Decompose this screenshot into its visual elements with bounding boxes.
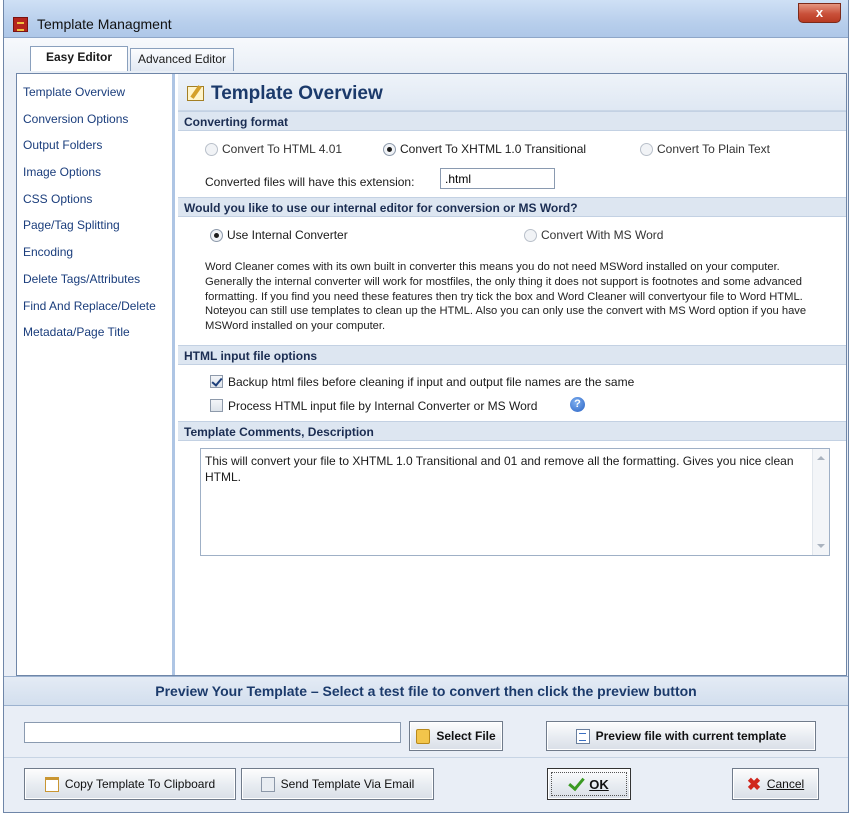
clipboard-icon <box>44 776 59 792</box>
radio-xhtml-transitional-label: Convert To XHTML 1.0 Transitional <box>400 142 587 156</box>
editor-panel: Template Overview Conversion Options Out… <box>16 73 847 676</box>
extension-label: Converted files will have this extension… <box>205 175 415 189</box>
process-checkbox-label[interactable]: Process HTML input file by Internal Conv… <box>228 399 537 413</box>
section-html-input: HTML input file options <box>178 344 846 365</box>
close-button[interactable]: x <box>798 3 841 23</box>
format-radio-group: Convert To HTML 4.01 Convert To XHTML 1.… <box>178 131 846 165</box>
tab-advanced-editor[interactable]: Advanced Editor <box>130 48 235 71</box>
preview-banner: Preview Your Template – Select a test fi… <box>4 676 848 706</box>
email-icon <box>260 776 275 792</box>
window-title: Template Managment <box>37 16 172 32</box>
radio-plain-text[interactable]: Convert To Plain Text <box>640 142 770 156</box>
converter-radio-group: Use Internal Converter Convert With MS W… <box>178 217 846 248</box>
content-pane: Template Overview Converting format Conv… <box>178 74 846 675</box>
radio-ms-word-dot[interactable] <box>524 228 537 242</box>
content-header: Template Overview <box>178 74 846 111</box>
question-icon[interactable]: ? <box>570 396 585 412</box>
sidebar-item-page-tag-splitting[interactable]: Page/Tag Splitting <box>17 207 172 234</box>
radio-xhtml-transitional[interactable]: Convert To XHTML 1.0 Transitional <box>383 142 586 156</box>
radio-xhtml-transitional-dot[interactable] <box>383 142 396 156</box>
sidebar-item-conversion-options[interactable]: Conversion Options <box>17 101 172 128</box>
tab-easy-editor[interactable]: Easy Editor <box>30 46 128 71</box>
app-icon <box>13 17 28 32</box>
checkmark-icon <box>569 777 583 792</box>
sidebar-item-css-options[interactable]: CSS Options <box>17 181 172 208</box>
send-template-email-button[interactable]: Send Template Via Email <box>241 768 434 800</box>
section-converting-format: Converting format <box>178 111 846 131</box>
preview-file-label: Preview file with current template <box>595 729 787 743</box>
sidebar-item-output-folders[interactable]: Output Folders <box>17 127 172 154</box>
extension-input[interactable] <box>440 168 555 189</box>
copy-template-button[interactable]: Copy Template To Clipboard <box>24 768 236 800</box>
scroll-down-arrow-icon[interactable] <box>817 543 825 548</box>
process-checkbox[interactable] <box>210 398 223 412</box>
backup-option-row: Backup html files before cleaning if inp… <box>178 371 846 395</box>
page-title: Template Overview <box>211 83 383 104</box>
sidebar: Template Overview Conversion Options Out… <box>17 74 175 675</box>
radio-html-401-label: Convert To HTML 4.01 <box>222 142 343 156</box>
section-editor-choice: Would you like to use our internal edito… <box>178 197 846 217</box>
sidebar-item-image-options[interactable]: Image Options <box>17 154 172 181</box>
radio-html-401-dot[interactable] <box>205 142 218 156</box>
select-file-button[interactable]: Select File <box>409 721 503 751</box>
radio-plain-text-dot[interactable] <box>640 142 653 156</box>
preview-controls: Select File Preview file with current te… <box>4 707 848 757</box>
cancel-x-icon: ✖ <box>746 774 762 794</box>
backup-checkbox[interactable] <box>210 374 223 388</box>
backup-checkbox-label[interactable]: Backup html files before cleaning if inp… <box>228 375 634 389</box>
title-bar[interactable]: Template Managment x <box>4 0 848 38</box>
template-comments-textarea[interactable]: This will convert your file to XHTML 1.0… <box>200 447 830 556</box>
ok-label: OK <box>589 776 609 792</box>
edit-template-icon <box>187 86 204 101</box>
select-file-label: Select File <box>436 729 496 743</box>
ok-button[interactable]: OK <box>547 768 631 800</box>
cancel-button[interactable]: ✖ Cancel <box>732 768 819 800</box>
radio-plain-text-label: Convert To Plain Text <box>657 142 770 156</box>
folder-icon <box>416 728 431 744</box>
cancel-label: Cancel <box>766 777 805 791</box>
extension-row: Converted files will have this extension… <box>178 165 846 197</box>
sidebar-item-find-and-replace[interactable]: Find And Replace/Delete <box>17 288 172 315</box>
template-management-window: Template Managment x Easy Editor Advance… <box>3 0 849 813</box>
process-option-row: Process HTML input file by Internal Conv… <box>178 395 846 421</box>
sidebar-item-metadata-page-title[interactable]: Metadata/Page Title <box>17 314 172 341</box>
section-template-comments: Template Comments, Description <box>178 420 846 441</box>
radio-html-401[interactable]: Convert To HTML 4.01 <box>205 142 342 156</box>
sidebar-item-encoding[interactable]: Encoding <box>17 234 172 261</box>
scroll-up-arrow-icon[interactable] <box>817 455 825 460</box>
copy-template-label: Copy Template To Clipboard <box>64 777 216 791</box>
template-comments-text: This will convert your file to XHTML 1.0… <box>205 453 794 484</box>
converter-description: Word Cleaner comes with its own built in… <box>205 261 807 333</box>
radio-internal-converter-label: Use Internal Converter <box>227 228 348 242</box>
radio-internal-converter[interactable]: Use Internal Converter <box>210 228 348 242</box>
editor-tabs: Easy Editor Advanced Editor <box>4 38 848 74</box>
footer-divider <box>4 757 848 758</box>
radio-ms-word[interactable]: Convert With MS Word <box>524 228 663 242</box>
preview-file-button[interactable]: Preview file with current template <box>546 721 816 751</box>
sidebar-item-delete-tags-attributes[interactable]: Delete Tags/Attributes <box>17 261 172 288</box>
preview-document-icon <box>575 728 590 744</box>
send-template-email-label: Send Template Via Email <box>280 777 415 791</box>
sidebar-item-template-overview[interactable]: Template Overview <box>17 74 172 101</box>
radio-ms-word-label: Convert With MS Word <box>541 228 664 242</box>
comments-scrollbar[interactable] <box>812 448 829 555</box>
test-file-input[interactable] <box>24 722 401 743</box>
radio-internal-converter-dot[interactable] <box>210 228 223 242</box>
